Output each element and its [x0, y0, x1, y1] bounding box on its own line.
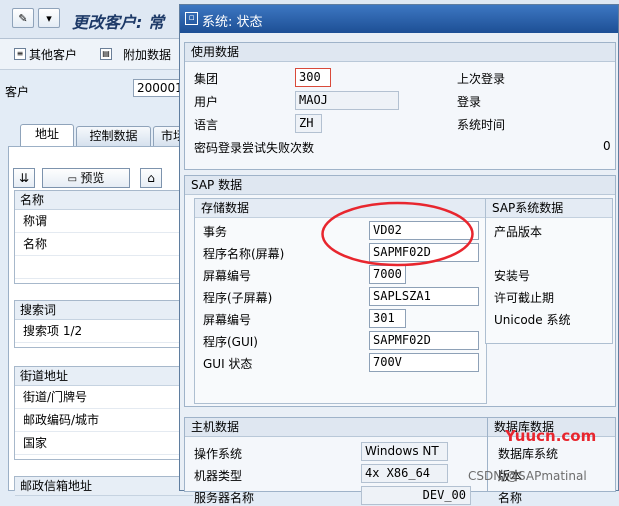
system-time-label: 系统时间: [457, 118, 506, 132]
page-title: 更改客户: 常: [72, 13, 164, 32]
os-field[interactable]: Windows NT: [361, 442, 448, 461]
machine-type-label: 机器类型: [194, 469, 243, 483]
credit-watermark: CSDN @SAPmatinal: [468, 469, 587, 483]
title-row: 称谓: [15, 210, 193, 233]
tab-address-label: 地址: [34, 127, 59, 141]
program-screen-label: 程序名称(屏幕): [203, 247, 285, 261]
search-term-row: 搜索项 1/2: [15, 320, 193, 343]
site-watermark: Yuucn.com: [505, 427, 597, 445]
display-change-icon[interactable]: ✎: [12, 8, 34, 28]
subscreen-number-field[interactable]: 301: [369, 309, 406, 328]
user-field[interactable]: MAOJ: [295, 91, 399, 110]
tab-control-data-label: 控制数据: [89, 129, 138, 143]
unicode-system-label: Unicode 系统: [494, 313, 571, 327]
globe-icon: ⌂: [147, 171, 155, 185]
street-address-group-title: 街道地址: [15, 367, 193, 386]
last-logon-label: 上次登录: [457, 72, 506, 86]
other-customer-label: 其他客户: [29, 47, 78, 62]
additional-data-button[interactable]: ▤ 附加数据: [100, 45, 171, 63]
screen-number-label: 屏幕编号: [203, 269, 252, 283]
preview-button[interactable]: ▭ 预览: [42, 168, 130, 188]
logon-label: 登录: [457, 95, 482, 109]
license-expiry-label: 许可截止期: [494, 291, 555, 305]
customer-label: 客户: [5, 85, 30, 99]
additional-data-label: 附加数据: [123, 47, 172, 62]
program-subscreen-field[interactable]: SAPLSZA1: [369, 287, 479, 306]
dialog-titlebar: ▫ 系统: 状态: [180, 5, 618, 33]
gui-status-field[interactable]: 700V: [369, 353, 479, 372]
language-label: 语言: [194, 118, 219, 132]
database-system-label: 数据库系统: [498, 447, 559, 461]
sap-data-title: SAP 数据: [185, 176, 615, 195]
printer-icon: ▭: [67, 174, 81, 185]
product-version-label: 产品版本: [494, 225, 543, 239]
expand-icon: ⇊: [18, 171, 30, 185]
dropdown-arrow-icon[interactable]: ▾: [38, 8, 60, 28]
failed-logons-label: 密码登录尝试失败次数: [194, 141, 315, 155]
installation-number-label: 安装号: [494, 269, 531, 283]
client-label: 集团: [194, 72, 219, 86]
search-term-group-title: 搜索词: [15, 301, 193, 320]
international-versions-button[interactable]: ⌂: [140, 168, 162, 188]
name-group: 名称 称谓 名称: [14, 190, 194, 284]
usage-data-section: 使用数据 集团 300 用户 MAOJ 语言 ZH 密码登录尝试失败次数 0 上…: [184, 42, 616, 170]
sap-system-data-panel: SAP系统数据 产品版本 安装号 许可截止期 Unicode 系统: [485, 198, 613, 344]
po-box-group: 邮政信箱地址: [14, 476, 194, 496]
user-label: 用户: [194, 95, 219, 109]
other-customer-button[interactable]: ≡ 其他客户: [14, 45, 77, 63]
annotation-circle: [321, 201, 474, 267]
postal-city-row: 邮政编码/城市: [15, 409, 193, 432]
street-address-group: 街道地址 街道/门牌号 邮政编码/城市 国家: [14, 366, 194, 460]
customer-icon: ≡: [14, 48, 26, 60]
host-data-section: 主机数据 操作系统 Windows NT 机器类型 4x X86_64 服务器名…: [184, 417, 489, 505]
program-gui-label: 程序(GUI): [203, 335, 258, 349]
program-subscreen-label: 程序(子屏幕): [203, 291, 273, 305]
client-field[interactable]: 300: [295, 68, 331, 87]
machine-type-field[interactable]: 4x X86_64: [361, 464, 448, 483]
server-name-label: 服务器名称: [194, 491, 255, 505]
po-box-group-title: 邮政信箱地址: [15, 477, 193, 496]
failed-logons-value: 0: [603, 139, 611, 153]
search-term-group: 搜索词 搜索项 1/2: [14, 300, 194, 348]
transaction-label: 事务: [203, 225, 228, 239]
program-gui-field[interactable]: SAPMF02D: [369, 331, 479, 350]
screen-number-field[interactable]: 7000: [369, 265, 406, 284]
tab-address[interactable]: 地址: [20, 124, 74, 147]
tab-control-data[interactable]: 控制数据: [76, 126, 151, 146]
dialog-title: 系统: 状态: [202, 15, 263, 30]
name-group-title: 名称: [15, 191, 193, 210]
expand-button[interactable]: ⇊: [13, 168, 35, 188]
host-data-title: 主机数据: [185, 418, 488, 437]
sap-system-data-title: SAP系统数据: [486, 199, 612, 218]
name-row-2: [15, 256, 193, 279]
language-field[interactable]: ZH: [295, 114, 322, 133]
gui-status-label: GUI 状态: [203, 357, 253, 371]
street-row: 街道/门牌号: [15, 386, 193, 409]
additional-data-icon: ▤: [100, 48, 112, 60]
subscreen-number-label: 屏幕编号: [203, 313, 252, 327]
database-name-label: 名称: [498, 491, 523, 505]
preview-label: 预览: [80, 171, 105, 185]
os-label: 操作系统: [194, 447, 243, 461]
server-name-field[interactable]: DEV_00: [361, 486, 471, 505]
name-row: 名称: [15, 233, 193, 256]
usage-data-title: 使用数据: [185, 43, 615, 62]
country-row: 国家: [15, 432, 193, 455]
window-icon: ▫: [185, 12, 198, 25]
